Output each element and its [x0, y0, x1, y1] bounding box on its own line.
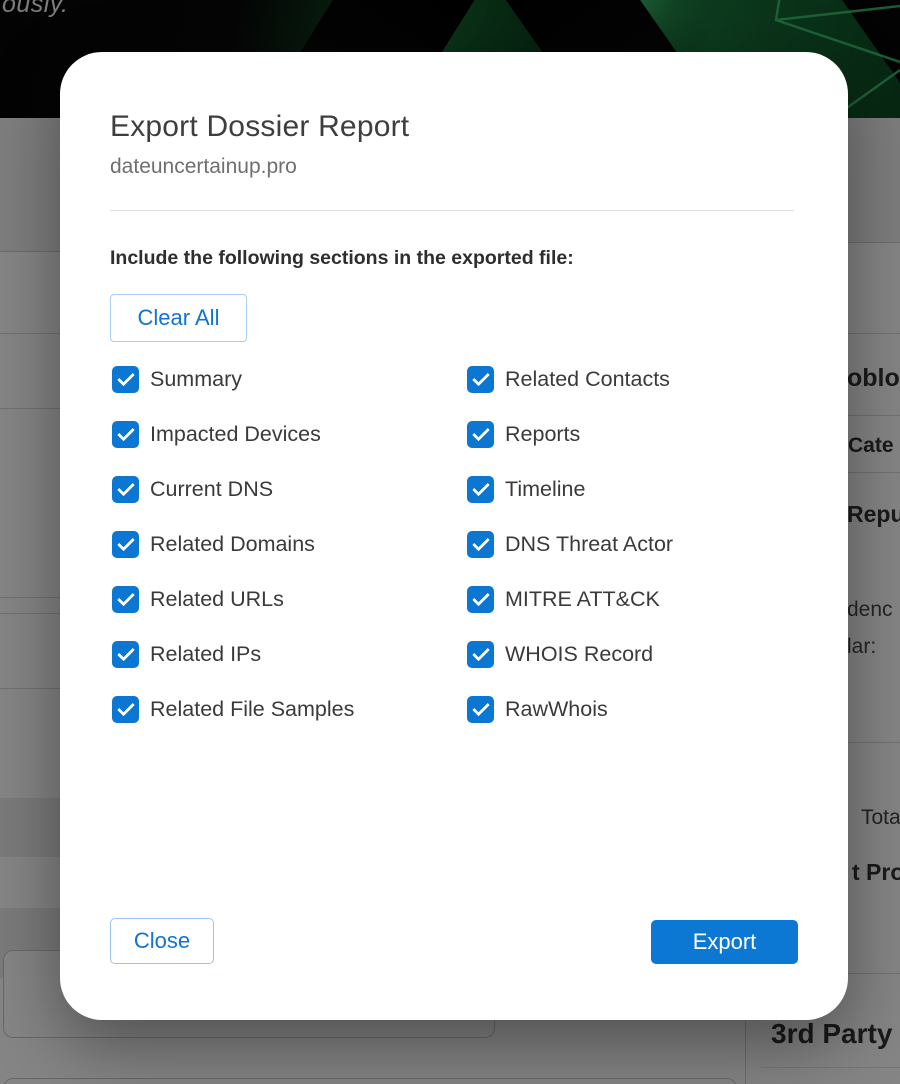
- checkbox-checked[interactable]: [467, 531, 494, 558]
- include-sections-heading: Include the following sections in the ex…: [110, 247, 574, 270]
- checkbox-label: Current DNS: [150, 477, 273, 502]
- checkbox-checked[interactable]: [112, 366, 139, 393]
- checkbox-checked[interactable]: [112, 586, 139, 613]
- section-row-current-dns[interactable]: Current DNS: [112, 476, 354, 503]
- modal-divider: [110, 210, 794, 211]
- section-row-impacted-devices[interactable]: Impacted Devices: [112, 421, 354, 448]
- checkbox-checked[interactable]: [467, 641, 494, 668]
- checkbox-checked[interactable]: [112, 531, 139, 558]
- checkbox-label: WHOIS Record: [505, 642, 653, 667]
- checkbox-label: Related IPs: [150, 642, 261, 667]
- section-row-related-ips[interactable]: Related IPs: [112, 641, 354, 668]
- checkbox-checked[interactable]: [467, 586, 494, 613]
- sections-column-left: Summary Impacted Devices Current DNS Rel…: [112, 366, 354, 723]
- section-row-reports[interactable]: Reports: [467, 421, 673, 448]
- checkbox-label: Related File Samples: [150, 697, 354, 722]
- screen: ously. oblo Cate Repu denc lar: Tota t P…: [0, 0, 900, 1084]
- section-row-related-urls[interactable]: Related URLs: [112, 586, 354, 613]
- section-row-rawwhois[interactable]: RawWhois: [467, 696, 673, 723]
- checkbox-checked[interactable]: [467, 421, 494, 448]
- checkbox-checked[interactable]: [467, 366, 494, 393]
- checkbox-checked[interactable]: [112, 421, 139, 448]
- modal-domain: dateuncertainup.pro: [110, 155, 297, 179]
- section-row-mitre-attack[interactable]: MITRE ATT&CK: [467, 586, 673, 613]
- checkbox-checked[interactable]: [112, 476, 139, 503]
- checkbox-checked[interactable]: [112, 696, 139, 723]
- close-button[interactable]: Close: [110, 918, 214, 964]
- checkbox-label: Related URLs: [150, 587, 284, 612]
- sections-column-right: Related Contacts Reports Timeline DNS Th…: [467, 366, 673, 723]
- checkbox-label: Impacted Devices: [150, 422, 321, 447]
- checkbox-label: Timeline: [505, 477, 585, 502]
- section-row-related-contacts[interactable]: Related Contacts: [467, 366, 673, 393]
- checkbox-checked[interactable]: [467, 476, 494, 503]
- export-button[interactable]: Export: [651, 920, 798, 964]
- checkbox-checked[interactable]: [467, 696, 494, 723]
- checkbox-label: Summary: [150, 367, 242, 392]
- section-row-related-file-samples[interactable]: Related File Samples: [112, 696, 354, 723]
- checkbox-label: DNS Threat Actor: [505, 532, 673, 557]
- clear-all-button[interactable]: Clear All: [110, 294, 247, 342]
- export-dossier-modal: Export Dossier Report dateuncertainup.pr…: [60, 52, 848, 1020]
- checkbox-label: Related Contacts: [505, 367, 670, 392]
- checkbox-label: RawWhois: [505, 697, 608, 722]
- section-row-timeline[interactable]: Timeline: [467, 476, 673, 503]
- section-row-whois-record[interactable]: WHOIS Record: [467, 641, 673, 668]
- section-row-summary[interactable]: Summary: [112, 366, 354, 393]
- modal-title: Export Dossier Report: [110, 110, 409, 144]
- checkbox-label: MITRE ATT&CK: [505, 587, 660, 612]
- checkbox-checked[interactable]: [112, 641, 139, 668]
- checkbox-label: Related Domains: [150, 532, 315, 557]
- checkbox-label: Reports: [505, 422, 580, 447]
- section-row-related-domains[interactable]: Related Domains: [112, 531, 354, 558]
- section-row-dns-threat-actor[interactable]: DNS Threat Actor: [467, 531, 673, 558]
